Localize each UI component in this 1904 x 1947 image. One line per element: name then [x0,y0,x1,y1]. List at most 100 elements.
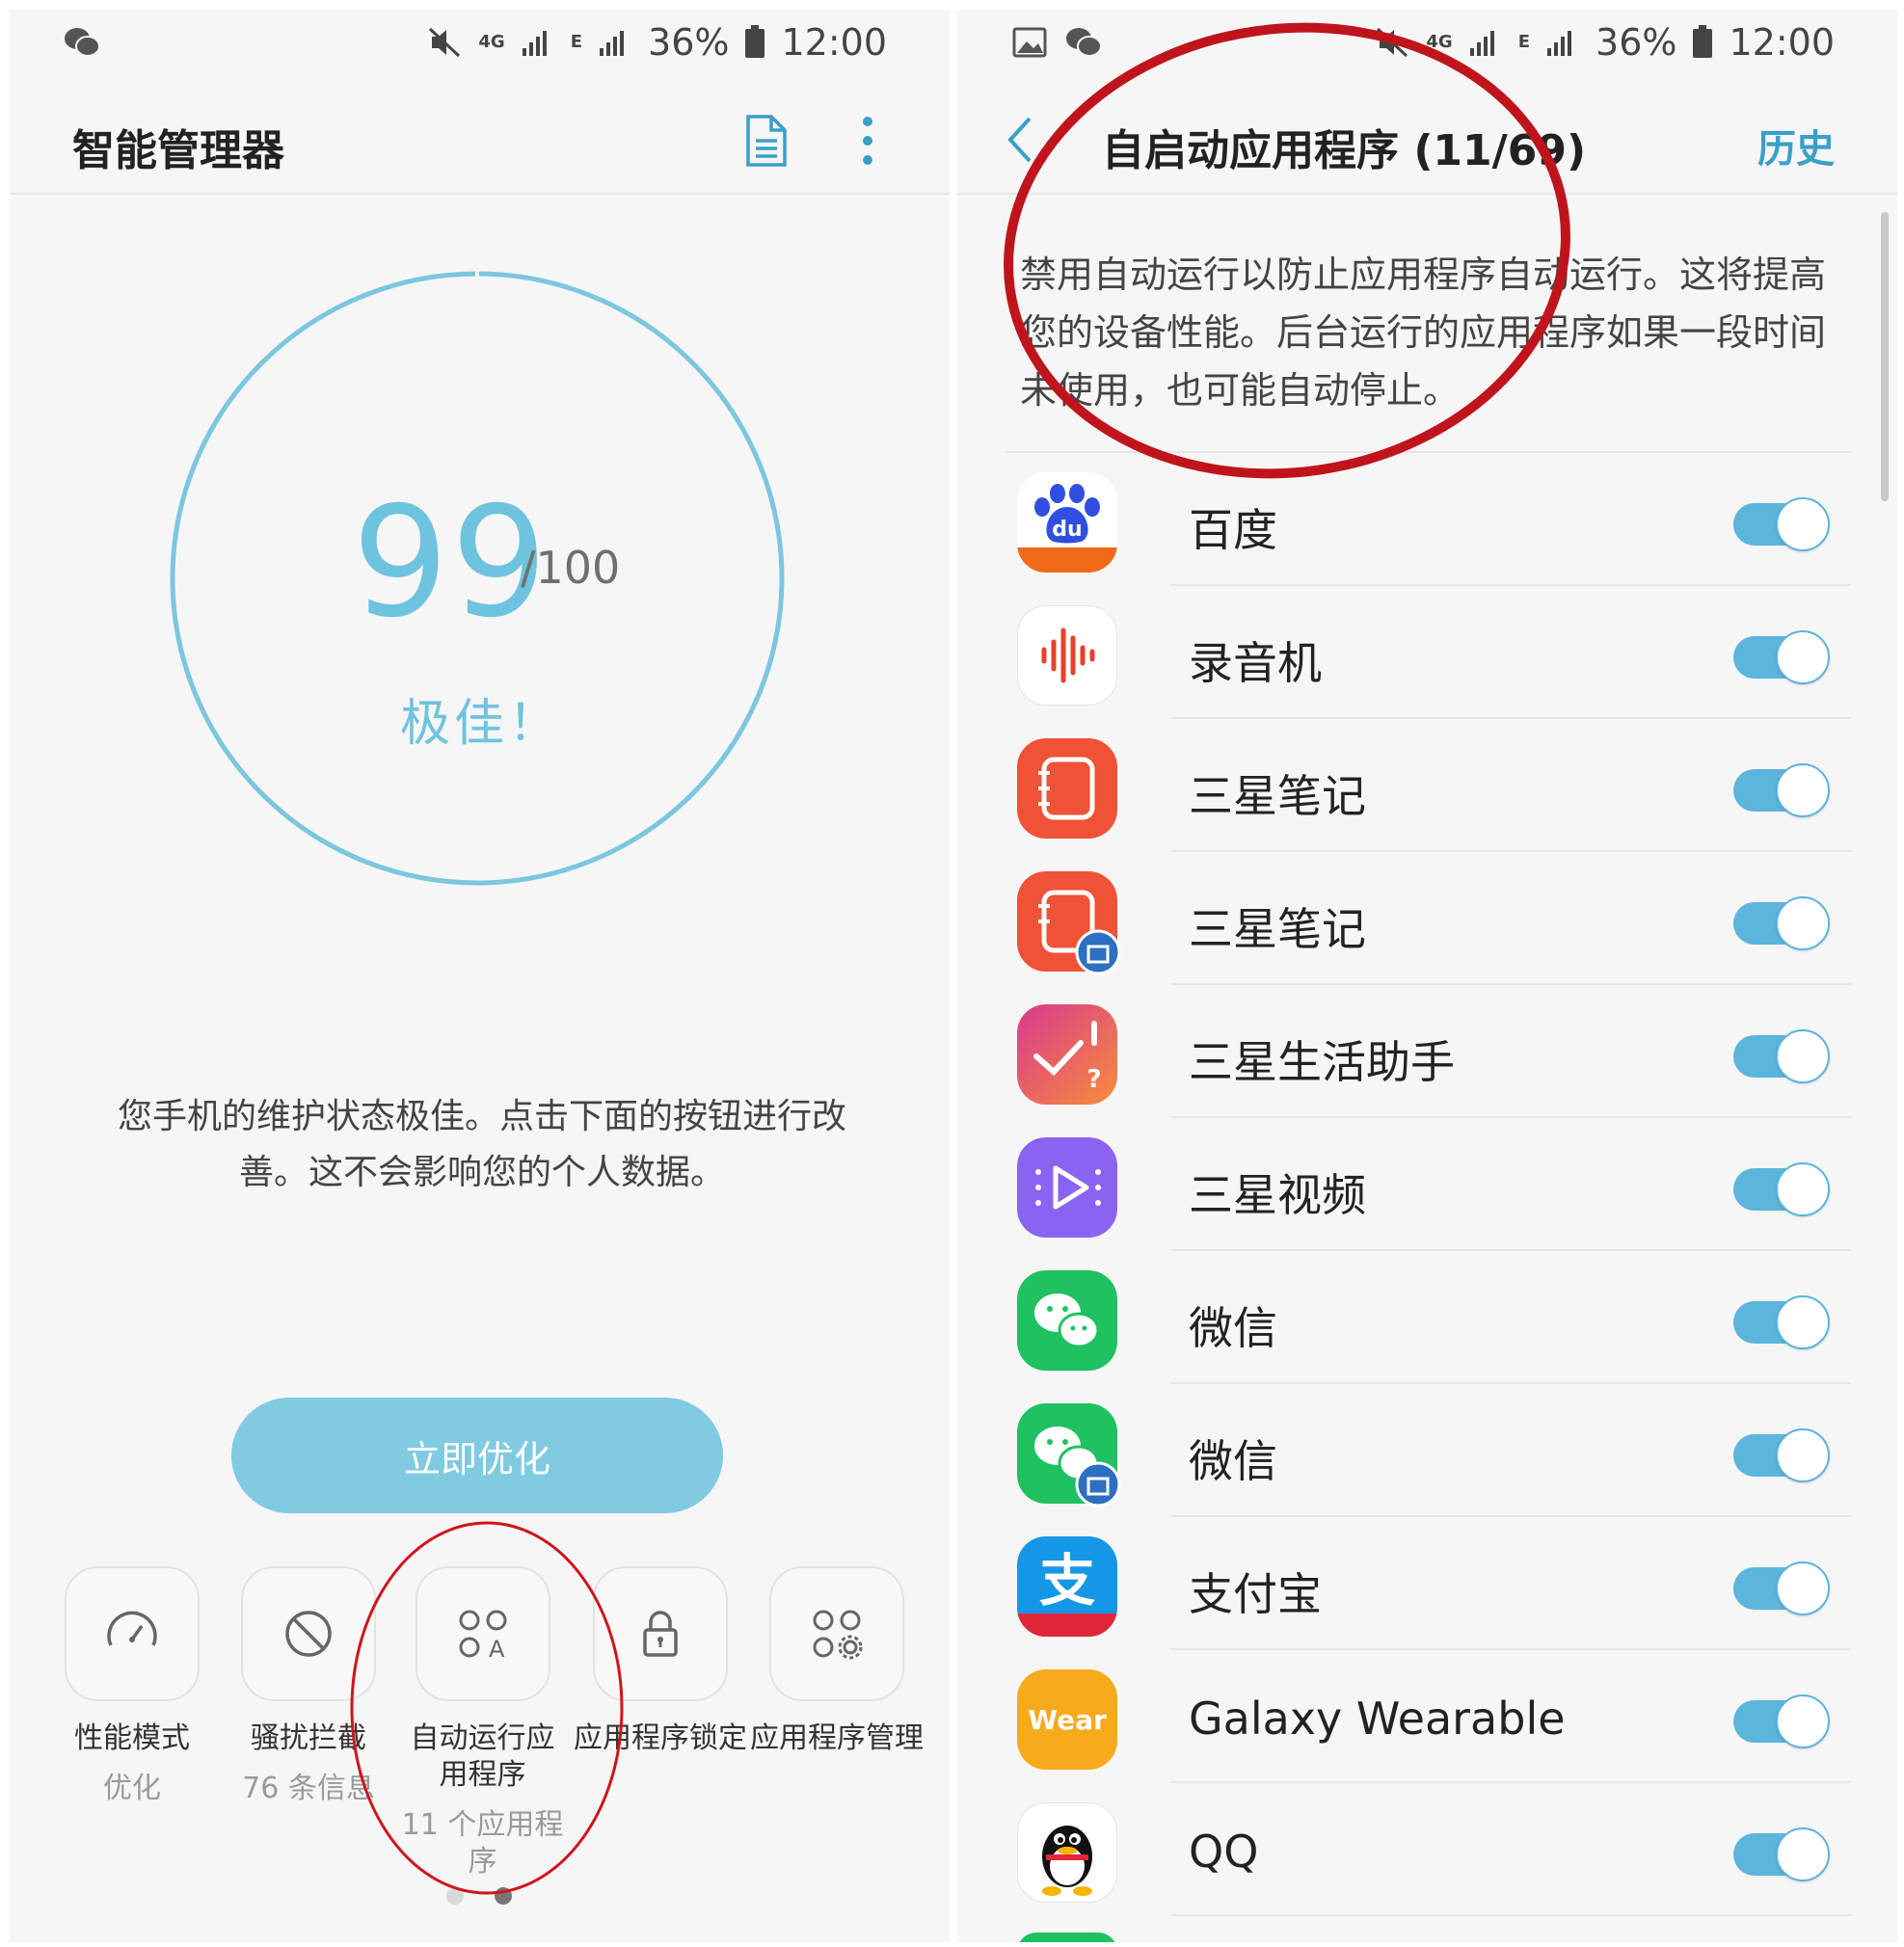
page-title: 智能管理器 [72,126,284,175]
auto-start-toggle[interactable] [1733,1428,1830,1482]
auto-start-toggle[interactable] [1733,1029,1830,1083]
app-row[interactable]: 三星视频 [957,1118,1897,1251]
tool-button[interactable]: A [415,1566,550,1701]
score-max: /100 [521,542,621,594]
header-divider [10,193,950,195]
score-status: 极佳！ [400,695,563,753]
tool-label: 应用程序管理 [750,1721,924,1755]
tool-label: 自动运行应用程序 [410,1721,555,1792]
back-arrow-icon[interactable] [1001,111,1039,169]
tool-app-management[interactable]: 应用程序管理 [750,1566,924,1771]
lock-icon [643,1611,678,1657]
wechat-notification-icon [1066,28,1102,57]
auto-start-toggle[interactable] [1733,896,1830,950]
tool-sublabel: 11 个应用程序 [401,1808,564,1879]
tool-auto-start-apps[interactable]: A 自动运行应用程序 11 个应用程序 [398,1566,567,1880]
app-name: 微信 [1189,1435,1277,1487]
app-row[interactable]: QQ [957,1783,1897,1916]
optimize-now-button[interactable]: 立即优化 [231,1398,723,1513]
block-icon [285,1611,332,1657]
page-dot-active[interactable] [495,1887,512,1905]
qq-icon [1017,1802,1117,1903]
app-row[interactable]: du 百度 [957,453,1897,586]
speedometer-icon [107,1611,157,1646]
status-description: 您手机的维护状态极佳。点击下面的按钮进行改善。这不会影响您的个人数据。 [117,1097,846,1192]
auto-start-toggle[interactable] [1733,1827,1830,1881]
tool-button[interactable] [241,1566,376,1701]
clock: 12:00 [1729,21,1835,64]
auto-start-description: 禁用自动运行以防止应用程序自动运行。这将提高您的设备性能。后台运行的应用程序如果… [1020,253,1827,412]
tool-sublabel: 优化 [103,1772,161,1805]
auto-start-toggle[interactable] [1733,1694,1830,1748]
signal-icon-2 [600,31,625,56]
app-row[interactable]: ? 三星生活助手 [957,985,1897,1118]
battery-percent: 36% [1596,21,1677,64]
tool-button[interactable] [769,1566,904,1701]
toggle-knob [1776,1694,1830,1748]
auto-start-toggle[interactable] [1733,1295,1830,1349]
galaxy-wearable-icon: Wear [1017,1669,1117,1770]
app-row[interactable]: 微信 [957,1251,1897,1384]
page-dot[interactable] [446,1887,464,1905]
auto-start-apps-screen: 4G E 36% 12:00 自启动应用程序 (11/69) 历史 禁用自动运行… [957,10,1897,1942]
battery-icon [745,25,765,58]
app-name: 支付宝 [1189,1568,1322,1620]
more-options-icon[interactable] [858,114,877,168]
tool-sublabel: 76 条信息 [242,1772,375,1805]
auto-start-toggle[interactable] [1733,1561,1830,1615]
tool-app-lock[interactable]: 应用程序锁定 [574,1566,747,1771]
gallery-notification-icon [1012,27,1047,58]
app-row[interactable]: Wear Galaxy Wearable [957,1650,1897,1783]
app-name: Galaxy Wearable [1189,1693,1566,1745]
tool-performance-mode[interactable]: 性能模式 优化 [45,1566,219,1807]
samsung-notes-icon [1017,738,1117,839]
app-name: 三星视频 [1189,1169,1366,1221]
battery-percent: 36% [648,21,730,64]
page-indicator [446,1887,512,1905]
app-settings-icon [813,1610,863,1660]
history-button[interactable]: 历史 [1757,118,1835,173]
auto-start-toggle[interactable] [1733,497,1830,551]
wearable-icon-text: Wear [1028,1704,1107,1736]
wechat-icon [1017,1270,1117,1371]
auto-start-icon: A [459,1610,506,1663]
tool-label: 性能模式 [74,1721,190,1755]
app-row[interactable]: 三星笔记 [957,719,1897,852]
app-name: 微信 [1189,1302,1277,1354]
auto-start-toggle[interactable] [1733,763,1830,817]
svg-text:支: 支 [1039,1548,1095,1614]
tool-call-block[interactable]: 骚扰拦截 76 条信息 [222,1566,395,1807]
app-row[interactable]: 微信 [957,1384,1897,1517]
next-app-icon-partial [1017,1933,1117,1942]
smart-manager-screen: 4G E 36% 12:00 智能管理器 99 /100 极佳！ 您手机的维护状… [10,10,950,1942]
toggle-knob [1776,497,1830,551]
mute-icon [429,27,461,58]
svg-text:?: ? [1086,1065,1101,1094]
toggle-knob [1776,763,1830,817]
auto-start-toggle[interactable] [1733,1162,1830,1216]
header-divider [957,193,1897,195]
app-row[interactable]: 三星笔记 [957,852,1897,985]
app-name: 三星笔记 [1189,770,1366,822]
clock: 12:00 [781,21,887,64]
samsung-notes-secure-icon [1017,871,1121,975]
svg-text:du: du [1052,518,1082,542]
voice-recorder-icon [1017,605,1117,706]
toggle-knob [1776,1162,1830,1216]
baidu-icon: du [1017,472,1117,573]
tool-button[interactable] [65,1566,200,1701]
toggle-knob [1776,1029,1830,1083]
app-list: du 百度 录音机 三星笔记 三星笔记 ? 三星生活助手 三星视频 微信 微信 … [957,453,1897,1916]
samsung-video-icon [1017,1137,1117,1238]
network-type: 4G [478,32,505,52]
toggle-knob [1776,1827,1830,1881]
signal-icon [522,31,547,56]
auto-start-toggle[interactable] [1733,630,1830,684]
app-row[interactable]: 支 支付宝 [957,1517,1897,1650]
report-icon[interactable] [742,114,789,168]
tool-label: 骚扰拦截 [251,1721,366,1755]
app-row[interactable]: 录音机 [957,586,1897,719]
tool-button[interactable] [593,1566,728,1701]
tool-label: 应用程序锁定 [574,1721,747,1755]
network-type: 4G [1426,32,1453,52]
